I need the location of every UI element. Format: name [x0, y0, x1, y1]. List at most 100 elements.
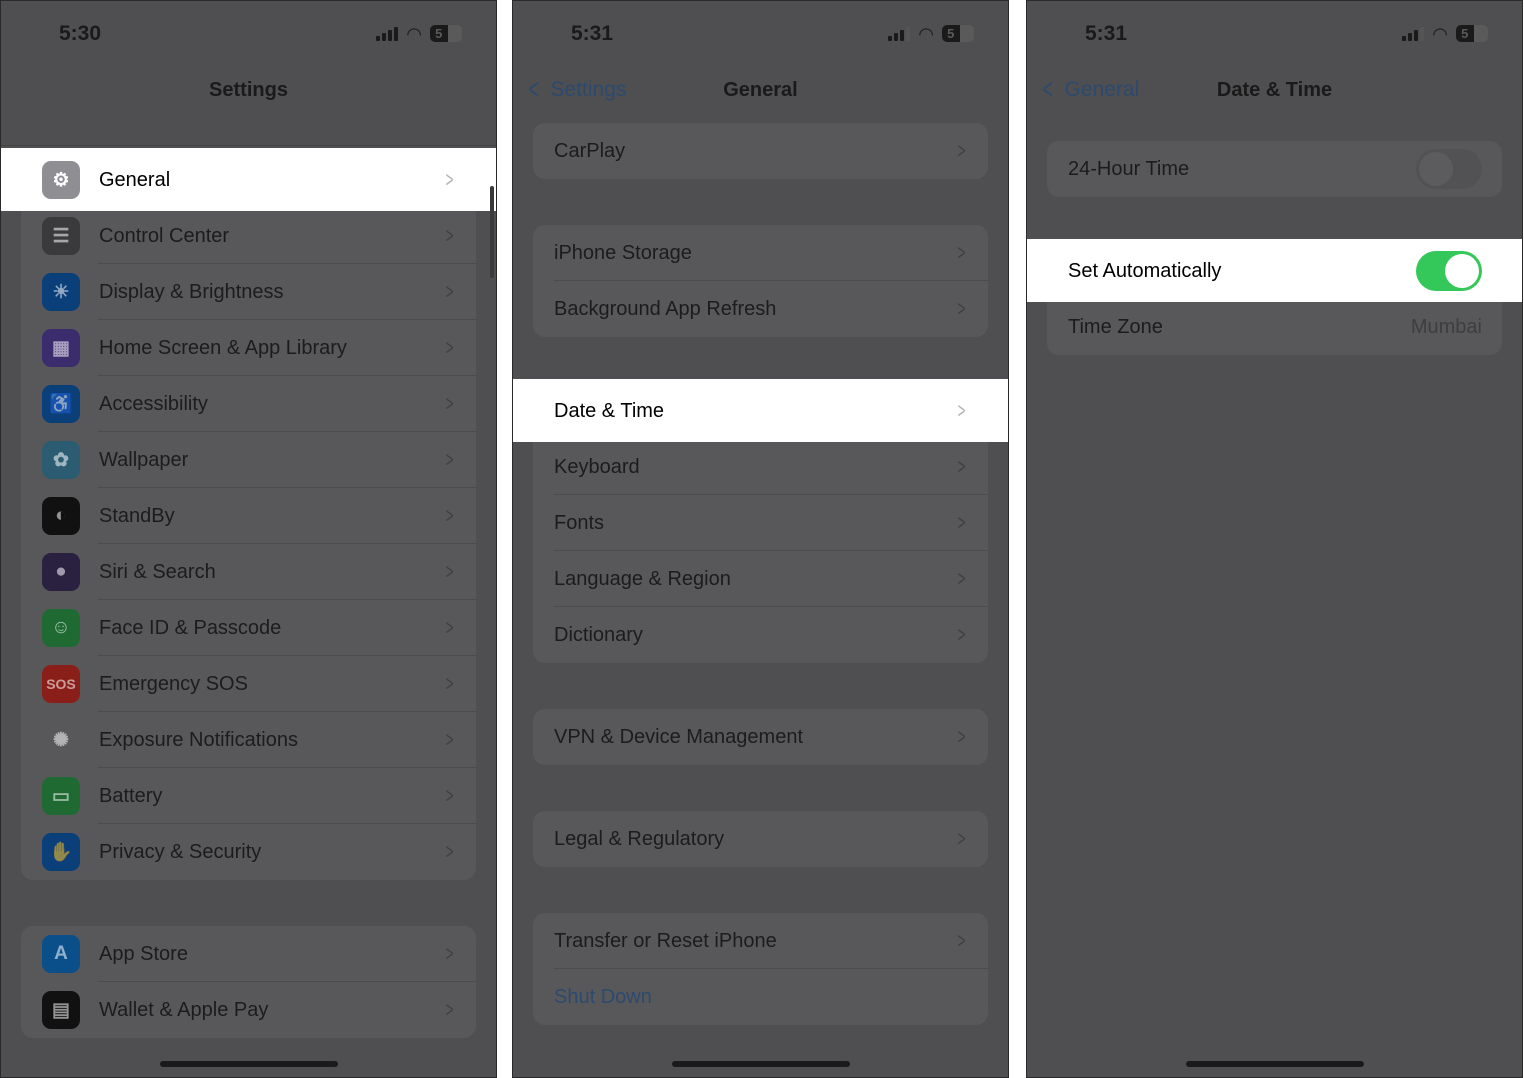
settings-row-keyboard[interactable]: Keyboard >	[533, 439, 988, 495]
row-label: Privacy & Security	[99, 840, 262, 863]
settings-row-wallpaper[interactable]: ✿ Wallpaper >	[21, 432, 476, 488]
chevron-left-icon: <	[1042, 73, 1054, 106]
settings-group: Date & Time > Keyboard > Fonts > Language & Re…	[513, 379, 1008, 663]
toggle-switch[interactable]	[1416, 149, 1482, 189]
settings-row-privacy-security[interactable]: ✋ Privacy & Security >	[21, 824, 476, 880]
status-icons: ◠ 5	[1402, 25, 1488, 43]
settings-row-background-app-refresh[interactable]: Background App Refresh >	[533, 281, 988, 337]
row-label: Language & Region	[554, 567, 731, 590]
row-label: 24-Hour Time	[1068, 157, 1190, 180]
settings-row-language-region[interactable]: Language & Region >	[533, 551, 988, 607]
settings-group: CarPlay >	[533, 123, 988, 179]
chevron-right-icon: >	[957, 240, 966, 265]
flower-icon: ✿	[42, 441, 80, 479]
cellular-signal-icon	[888, 26, 911, 41]
app-grid-icon: ▦	[42, 329, 80, 367]
chevron-right-icon: >	[445, 997, 454, 1022]
standby-icon: ◐	[42, 497, 80, 535]
settings-list: CarPlay > iPhone Storage > Background App Re…	[513, 123, 1008, 1071]
settings-group: 24-Hour Time	[1047, 141, 1502, 197]
settings-row-face-id-passcode[interactable]: ☺ Face ID & Passcode >	[21, 600, 476, 656]
settings-row-emergency-sos[interactable]: SOS Emergency SOS >	[21, 656, 476, 712]
wallet-icon: ▤	[42, 991, 80, 1029]
back-label: Settings	[550, 78, 627, 101]
row-label: Shut Down	[554, 985, 652, 1008]
chevron-right-icon: >	[957, 454, 966, 479]
settings-row-standby[interactable]: ◐ StandBy >	[21, 488, 476, 544]
settings-row-battery[interactable]: ▭ Battery >	[21, 768, 476, 824]
settings-group: VPN & Device Management >	[533, 709, 988, 765]
battery-icon: 5	[430, 25, 462, 42]
row-label: Dictionary	[554, 623, 643, 646]
back-button[interactable]: < Settings	[525, 73, 627, 106]
row-label: Legal & Regulatory	[554, 827, 725, 850]
toggle-knob	[1445, 254, 1479, 288]
settings-row-time-zone[interactable]: Time Zone Mumbai	[1047, 299, 1502, 355]
settings-row-accessibility[interactable]: ♿ Accessibility >	[21, 376, 476, 432]
row-label: Wallet & Apple Pay	[99, 998, 269, 1021]
row-label: Transfer or Reset iPhone	[554, 929, 777, 952]
settings-row-wallet-apple-pay[interactable]: ▤ Wallet & Apple Pay >	[21, 982, 476, 1038]
page-title: Settings	[209, 79, 288, 101]
status-time: 5:30	[59, 22, 102, 45]
row-value: Mumbai	[1410, 315, 1482, 338]
header-divider	[1, 145, 496, 146]
back-label: General	[1064, 78, 1140, 101]
face-id-icon: ☺	[42, 609, 80, 647]
row-label: Time Zone	[1068, 315, 1163, 338]
siri-icon: ●	[42, 553, 80, 591]
settings-row-app-store[interactable]: A App Store >	[21, 926, 476, 982]
settings-row-exposure-notifications[interactable]: ✺ Exposure Notifications >	[21, 712, 476, 768]
battery-level: 5	[1456, 25, 1474, 42]
settings-group: Legal & Regulatory >	[533, 811, 988, 867]
chevron-right-icon: >	[445, 223, 454, 248]
settings-row-display-brightness[interactable]: ☀ Display & Brightness >	[21, 264, 476, 320]
settings-row-24-hour-time[interactable]: 24-Hour Time	[1047, 141, 1502, 197]
row-label: Face ID & Passcode	[99, 616, 282, 639]
settings-row-shut-down[interactable]: Shut Down	[533, 969, 988, 1025]
settings-row-dictionary[interactable]: Dictionary >	[533, 607, 988, 663]
settings-group: ⚙ General > ☰ Control Center > ☀ Display & Brig…	[1, 148, 496, 880]
status-icons: ◠ 5	[376, 25, 462, 43]
scrollbar[interactable]	[490, 186, 494, 278]
hand-icon: ✋	[42, 833, 80, 871]
row-label: Accessibility	[99, 392, 208, 415]
nav-bar: Date & Time < General	[1027, 75, 1522, 105]
row-label: Set Automatically	[1068, 259, 1222, 282]
row-label: Exposure Notifications	[99, 728, 298, 751]
back-button[interactable]: < General	[1039, 73, 1140, 106]
settings-row-legal-regulatory[interactable]: Legal & Regulatory >	[533, 811, 988, 867]
settings-row-transfer-or-reset-iphone[interactable]: Transfer or Reset iPhone >	[533, 913, 988, 969]
settings-row-iphone-storage[interactable]: iPhone Storage >	[533, 225, 988, 281]
settings-list: 24-Hour Time Set Automatically Time Zone Mu…	[1027, 141, 1522, 401]
battery-level: 5	[430, 25, 448, 42]
toggle-knob	[1419, 152, 1453, 186]
chevron-right-icon: >	[445, 727, 454, 752]
toggle-switch[interactable]	[1416, 251, 1482, 291]
chevron-right-icon: >	[445, 839, 454, 864]
chevron-right-icon: >	[957, 928, 966, 953]
nav-bar: Settings	[1, 75, 496, 105]
settings-row-fonts[interactable]: Fonts >	[533, 495, 988, 551]
home-indicator	[671, 1061, 850, 1067]
settings-row-siri-search[interactable]: ● Siri & Search >	[21, 544, 476, 600]
wifi-icon: ◠	[918, 23, 934, 44]
accessibility-icon: ♿	[42, 385, 80, 423]
settings-row-home-screen-app-library[interactable]: ▦ Home Screen & App Library >	[21, 320, 476, 376]
chevron-right-icon: >	[445, 783, 454, 808]
nav-bar: General < Settings	[513, 75, 1008, 105]
settings-row-vpn-device-management[interactable]: VPN & Device Management >	[533, 709, 988, 765]
settings-row-carplay[interactable]: CarPlay >	[533, 123, 988, 179]
phone-screen-1: 5:30 ◠ 5 Settings ⚙ General > ☰ Control Center > ☀…	[0, 0, 497, 1078]
battery-icon: ▭	[42, 777, 80, 815]
settings-row-control-center[interactable]: ☰ Control Center >	[21, 208, 476, 264]
chevron-right-icon: >	[445, 391, 454, 416]
row-label: Display & Brightness	[99, 280, 284, 303]
chevron-right-icon: >	[445, 167, 454, 192]
battery-level: 5	[942, 25, 960, 42]
chevron-right-icon: >	[445, 447, 454, 472]
settings-group: Set Automatically Time Zone Mumbai	[1027, 239, 1522, 355]
settings-row-general[interactable]: ⚙ General >	[1, 148, 496, 211]
chevron-left-icon: <	[528, 73, 540, 106]
settings-row-date-time[interactable]: Date & Time >	[513, 379, 1008, 442]
